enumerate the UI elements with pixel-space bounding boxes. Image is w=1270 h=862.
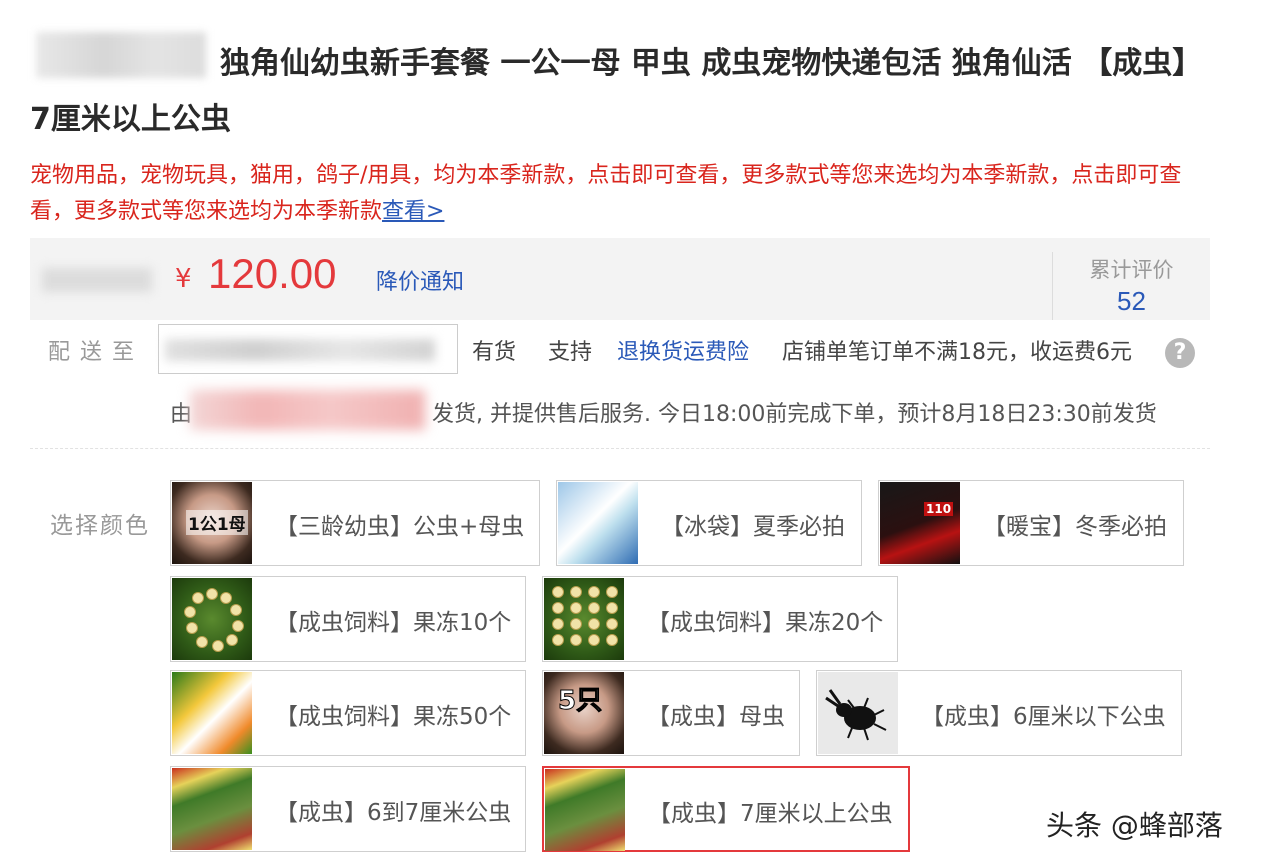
price-value: 120.00: [208, 250, 337, 297]
watermark: 头条 @蜂部落: [1046, 809, 1223, 842]
support-label: 支持: [548, 340, 593, 365]
review-count: 52: [1117, 286, 1146, 316]
currency-symbol: ¥: [175, 264, 192, 294]
boxed-beetle-thumbnail: [545, 769, 625, 851]
ship-to-label: 配送至: [48, 340, 145, 365]
option-jelly-10[interactable]: 【成虫饲料】果冻10个: [170, 576, 526, 662]
thumb-tag: 5只: [557, 686, 603, 717]
option-male-over-7cm[interactable]: 【成虫】7厘米以上公虫: [542, 766, 910, 852]
jelly-grid-thumbnail: [544, 578, 624, 660]
larva-thumbnail: 1公1母: [172, 482, 252, 564]
thumb-tag: 110: [924, 502, 954, 516]
option-label-text: 【成虫】6到7厘米公虫: [275, 800, 512, 826]
option-label-text: 【成虫】7厘米以上公虫: [648, 801, 893, 827]
female-beetle-thumbnail: 5只: [544, 672, 624, 754]
option-label-text: 【冰袋】夏季必拍: [661, 514, 845, 540]
divider: [30, 448, 1210, 449]
address-selector[interactable]: [158, 324, 458, 374]
option-label: 选择颜色: [50, 513, 150, 539]
jelly-bag-thumbnail: [172, 672, 252, 754]
jelly-ring-thumbnail: [172, 578, 252, 660]
option-label-text: 【成虫饲料】果冻50个: [275, 704, 512, 730]
option-jelly-20[interactable]: 【成虫饲料】果冻20个: [542, 576, 898, 662]
seller-prefix: 由: [170, 402, 193, 427]
option-ice-pack[interactable]: 【冰袋】夏季必拍: [556, 480, 862, 566]
option-label-text: 【三龄幼虫】公虫+母虫: [275, 514, 525, 540]
promo-text: 宠物用品，宠物玩具，猫用，鸽子/用具，均为本季新款，点击即可查看，更多款式等您来…: [30, 158, 1210, 230]
blurred-address: [165, 339, 435, 361]
option-male-under-6cm[interactable]: 【成虫】6厘米以下公虫: [816, 670, 1182, 756]
option-label-text: 【成虫饲料】果冻20个: [647, 610, 884, 636]
product-title: 独角仙幼虫新手套餐 一公一母 甲虫 成虫宠物快递包活 独角仙活 【成虫】7厘米以…: [30, 46, 1203, 137]
option-jelly-50[interactable]: 【成虫饲料】果冻50个: [170, 670, 526, 756]
promo-message: 宠物用品，宠物玩具，猫用，鸽子/用具，均为本季新款，点击即可查看，更多款式等您来…: [30, 163, 1182, 224]
option-male-6-to-7cm[interactable]: 【成虫】6到7厘米公虫: [170, 766, 526, 852]
ice-pack-thumbnail: [558, 482, 638, 564]
seller-shipping-info: 发货, 并提供售后服务. 今日18:00前完成下单，预计8月18日23:30前发…: [432, 402, 1157, 427]
price-drop-notice-link[interactable]: 降价通知: [376, 264, 464, 296]
blurred-price-label: [42, 268, 152, 292]
heat-pack-thumbnail: 110: [880, 482, 960, 564]
help-icon[interactable]: ?: [1165, 338, 1195, 368]
shipping-fee-text: 店铺单笔订单不满18元，收运费6元: [782, 340, 1132, 365]
return-insurance-link[interactable]: 退换货运费险: [617, 334, 749, 366]
stock-status: 有货: [472, 340, 517, 365]
blurred-seller-name: [190, 390, 425, 430]
beetle-icon: [825, 689, 887, 741]
review-summary[interactable]: 累计评价 52: [1052, 252, 1210, 320]
beetle-thumbnail: [818, 672, 898, 754]
boxed-beetle-thumbnail: [172, 768, 252, 850]
option-larva-pair[interactable]: 1公1母 【三龄幼虫】公虫+母虫: [170, 480, 540, 566]
option-heat-pack[interactable]: 110 【暖宝】冬季必拍: [878, 480, 1184, 566]
promo-view-link[interactable]: 查看>: [382, 199, 444, 224]
option-label-text: 【暖宝】冬季必拍: [983, 514, 1167, 540]
option-label-text: 【成虫饲料】果冻10个: [275, 610, 512, 636]
review-label: 累计评价: [1089, 258, 1174, 282]
price-bar: ¥ 120.00 降价通知 累计评价 52: [30, 238, 1210, 320]
option-adult-female[interactable]: 5只 【成虫】母虫: [542, 670, 800, 756]
option-label-text: 【成虫】母虫: [647, 704, 785, 730]
option-label-text: 【成虫】6厘米以下公虫: [921, 704, 1166, 730]
thumb-tag: 1公1母: [186, 510, 248, 535]
